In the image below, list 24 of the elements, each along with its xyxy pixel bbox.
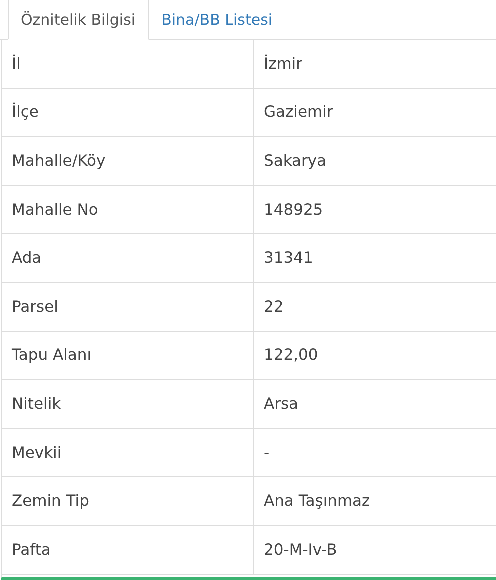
value-cell-text: 148925 [263, 200, 324, 221]
label-cell: Ada [2, 234, 254, 282]
label-cell: Parsel [2, 282, 254, 331]
value-cell-text: Sakarya [263, 150, 328, 172]
label-cell: İl [2, 40, 254, 88]
value-cell-text: 31341 [263, 248, 314, 270]
tab[interactable]: Bina/BB Listesi [148, 0, 286, 40]
value-cell-text: Gaziemir [263, 102, 334, 124]
label-cell: Nitelik [2, 380, 254, 428]
value-cell-text: Ana Taşınmaz [263, 491, 372, 512]
value-cell-text: İzmir [263, 54, 304, 75]
label-cell: Tapu Alanı [2, 332, 254, 380]
value-cell-text: Arsa [263, 394, 300, 415]
label-cell: İlçe [2, 88, 254, 136]
label-cell: Mevkii [2, 428, 254, 476]
tab[interactable]: Öznitelik Bilgisi [8, 0, 149, 40]
value-cell-text: 22 [263, 296, 285, 318]
label-cell: Pafta [2, 526, 254, 574]
label-cell: Zemin Tip [2, 477, 254, 525]
value-cell-text: 20-M-Iv-B [263, 540, 338, 561]
value-cell-text: 122,00 [263, 345, 320, 366]
label-cell: Mahalle No [2, 186, 254, 234]
label-cell: Mahalle/Köy [2, 137, 254, 185]
value-cell-text: - [263, 442, 271, 464]
